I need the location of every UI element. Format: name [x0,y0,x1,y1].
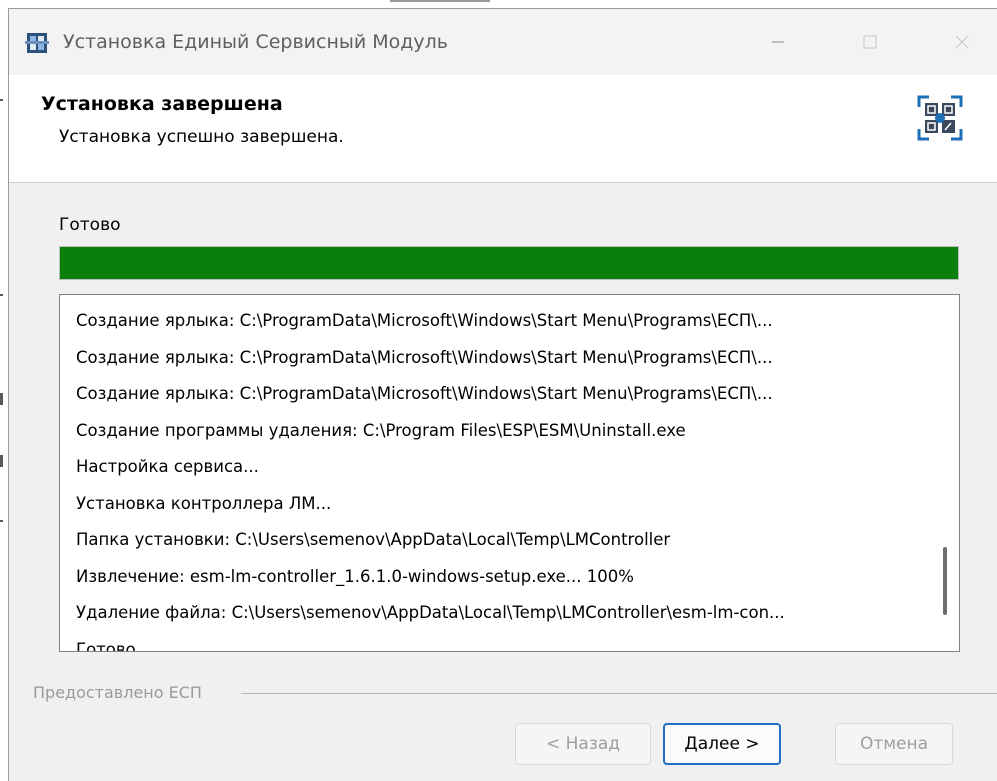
progress-status-label: Готово [59,215,121,235]
log-line: Создание ярлыка: C:\ProgramData\Microsof… [76,347,773,367]
log-line: Папка установки: C:\Users\semenov\AppDat… [76,530,671,549]
page-subtitle: Установка успешно завершена. [59,127,344,147]
log-lines: Создание ярлыка: C:\ProgramData\Microsof… [76,303,916,652]
scrollbar-thumb[interactable] [943,547,947,615]
log-line: Настройка сервиса... [76,457,259,476]
provided-by-label: Предоставлено ЕСП [33,683,202,702]
log-line: Установка контроллера ЛМ... [76,493,332,513]
log-line: Готово [76,639,136,652]
installer-window: Установка Единый Сервисный Модуль Устано… [8,8,997,781]
close-icon [955,35,969,49]
footer-divider [241,693,997,694]
progress-bar [59,246,959,280]
progress-fill [60,247,958,279]
log-line: Создание программы удаления: C:\Program … [76,420,686,440]
maximize-button[interactable] [847,21,893,63]
log-scrollbar[interactable] [931,295,959,651]
log-line: Создание ярлыка: C:\ProgramData\Microsof… [76,384,773,403]
minimize-icon [772,41,784,43]
window-title: Установка Единый Сервисный Модуль [63,31,449,53]
next-button[interactable]: Далее > [663,723,781,765]
esm-logo-icon [917,95,963,141]
background-fragment [0,455,3,467]
title-bar[interactable]: Установка Единый Сервисный Модуль [9,9,997,75]
cancel-button[interactable]: Отмена [835,723,953,765]
background-fragment [390,0,490,2]
page-title: Установка завершена [41,93,283,115]
log-line: Извлечение: esm-lm-controller_1.6.1.0-wi… [76,566,634,586]
minimize-button[interactable] [755,21,801,63]
background-fragment [0,99,3,101]
background-fragment [0,520,3,522]
log-line: Создание ярлыка: C:\ProgramData\Microsof… [76,311,773,330]
back-button[interactable]: < Назад [515,723,651,765]
background-fragment [0,294,3,296]
header-panel: Установка завершена Установка успешно за… [9,75,997,183]
install-log-list[interactable]: Создание ярлыка: C:\ProgramData\Microsof… [59,294,960,652]
installer-app-icon [25,31,49,55]
background-fragment [0,393,3,405]
maximize-icon [863,35,877,49]
log-line: Удаление файла: C:\Users\semenov\AppData… [76,603,785,622]
close-button[interactable] [939,21,985,63]
